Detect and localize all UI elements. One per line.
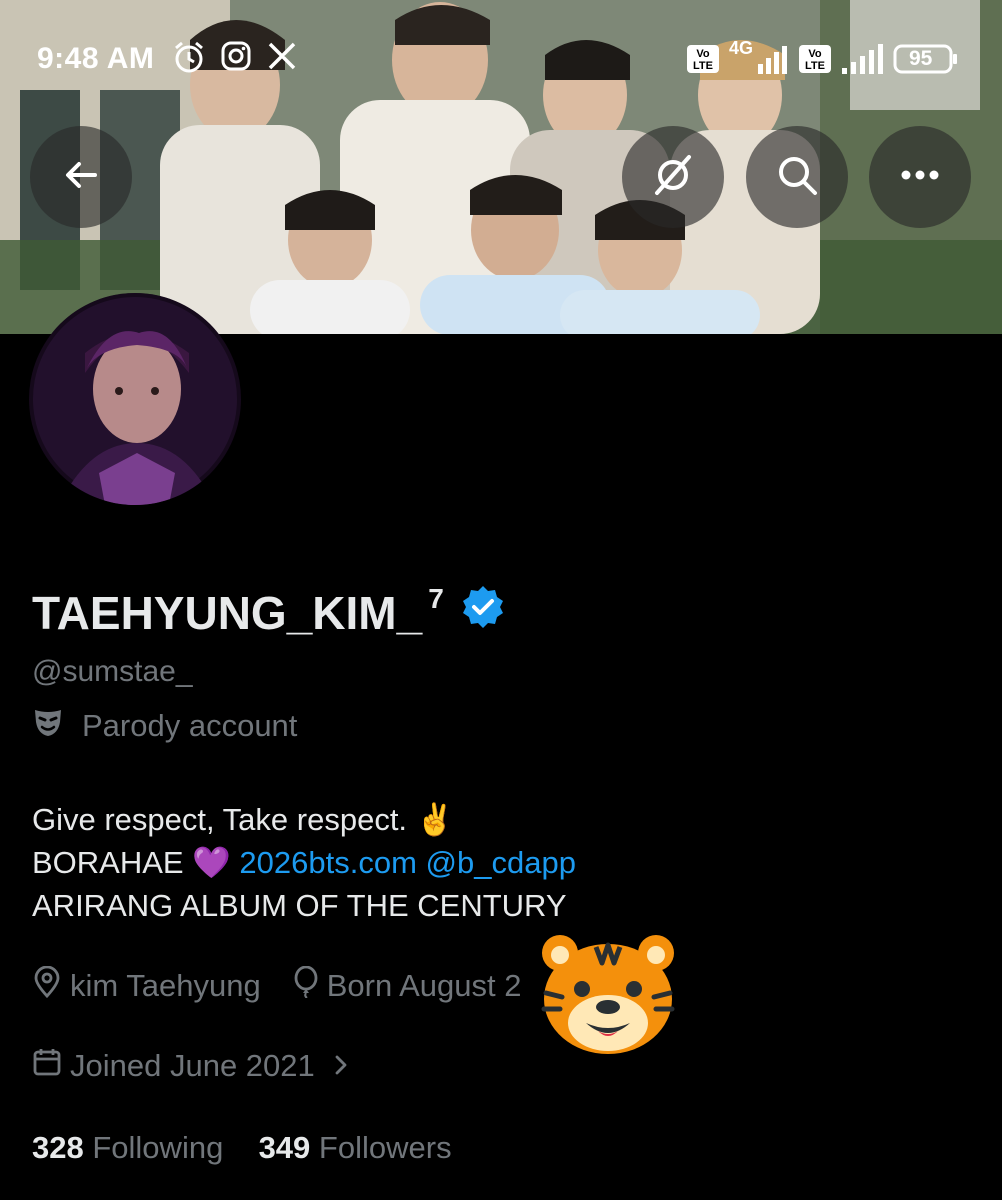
back-button[interactable] [30, 126, 132, 228]
display-name-row: TAEHYUNG_KIM_ 7 [32, 582, 506, 641]
signal-icon [838, 44, 886, 84]
volte-icon: Vo LTE [798, 44, 832, 82]
volte-icon: Vo LTE [686, 44, 720, 82]
status-time: 9:48 AM [37, 42, 155, 75]
bio-website-link[interactable]: 2026bts.com [239, 845, 417, 880]
balloon-icon [293, 965, 319, 1006]
status-bar: 9:48 AM Vo LTE 4G Vo LTE 95 [0, 0, 1002, 120]
tiger-face-icon [538, 933, 678, 1062]
bio-line-1: Give respect, Take respect. ✌️ [32, 802, 455, 837]
verified-badge-icon[interactable] [460, 584, 506, 641]
bio-line-2: BORAHAE 💜 2026bts.com @b_cdapp [32, 841, 576, 884]
bio-mention-link[interactable]: @b_cdapp [426, 845, 576, 880]
x-logo-icon [266, 40, 298, 80]
parody-label: Parody account [82, 708, 298, 743]
back-arrow-icon [61, 155, 101, 200]
grok-button[interactable] [622, 126, 724, 228]
instagram-icon [220, 40, 252, 80]
parody-label-row[interactable]: Parody account [32, 706, 297, 746]
profile-avatar[interactable] [29, 293, 241, 505]
mask-icon [32, 706, 64, 746]
display-name-superscript: 7 [428, 582, 444, 614]
following-count: 328 [32, 1130, 84, 1165]
joined-text: Joined June 2021 [70, 1048, 315, 1083]
grok-icon [651, 153, 695, 202]
following-label: Following [92, 1130, 224, 1165]
search-button[interactable] [746, 126, 848, 228]
display-name: TAEHYUNG_KIM_ [32, 586, 423, 639]
location-text: kim Taehyung [70, 968, 261, 1003]
svg-text:LTE: LTE [693, 60, 713, 72]
chevron-right-icon [333, 1048, 349, 1084]
joined-row[interactable]: Joined June 2021 [32, 1047, 349, 1085]
more-icon [900, 168, 940, 186]
alarm-icon [172, 40, 206, 82]
svg-text:LTE: LTE [805, 60, 825, 72]
followers-count: 349 [258, 1130, 311, 1165]
battery-level: 95 [909, 47, 933, 70]
bio-line-2-text: BORAHAE 💜 [32, 845, 240, 880]
birthday-text: Born August 2 [326, 968, 522, 1003]
followers-stat[interactable]: 349 Followers [259, 1130, 452, 1165]
profile-handle: @sumstae_ [32, 655, 193, 688]
svg-text:Vo: Vo [808, 48, 822, 60]
bio-line-3: ARIRANG ALBUM OF THE CENTURY [32, 888, 567, 923]
more-button[interactable] [869, 126, 971, 228]
avatar-image [29, 293, 241, 505]
profile-bio: Give respect, Take respect. ✌️ BORAHAE 💜… [32, 798, 576, 927]
follow-stats: 328 Following 349 Followers [32, 1130, 452, 1166]
svg-text:Vo: Vo [696, 48, 710, 60]
profile-meta-row: kim Taehyung Born August 2 [32, 965, 522, 1006]
location-pin-icon [32, 965, 62, 1006]
signal-icon [728, 44, 788, 84]
followers-label: Followers [318, 1130, 452, 1165]
search-icon [775, 153, 819, 202]
calendar-icon [32, 1047, 62, 1085]
following-stat[interactable]: 328 Following [32, 1130, 223, 1165]
